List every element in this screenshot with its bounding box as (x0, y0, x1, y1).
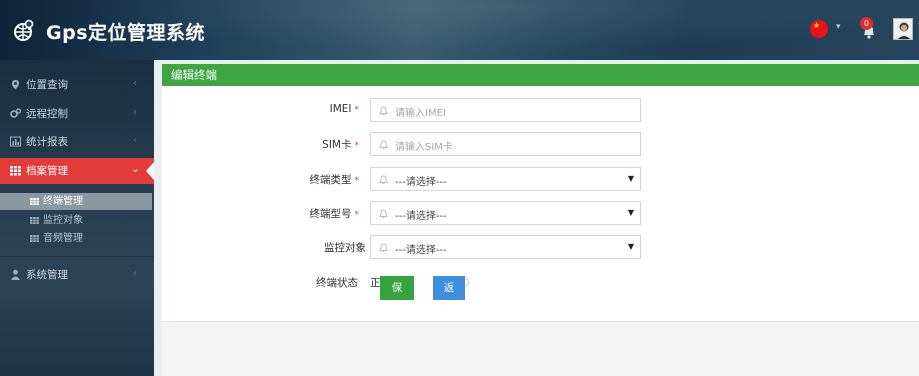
avatar-icon (894, 19, 912, 39)
sidebar-subitem-terminal-management[interactable]: 终端管理 (0, 193, 152, 210)
select-value: ---请选择--- (395, 211, 447, 222)
field-label: 终端型号 * (309, 208, 360, 220)
bell-icon (378, 243, 389, 252)
bell-icon (378, 209, 389, 218)
monitor-object-select[interactable]: ---请选择--- ▼ (370, 235, 641, 259)
required-marker: * (354, 141, 360, 151)
save-button[interactable]: 保存 (380, 276, 414, 318)
form-row-terminal-type: 终端类型 * ---请选择--- ▼ (162, 167, 919, 191)
sidebar-subitem-label: 监控对象 (43, 215, 83, 226)
sidebar-subitem-monitor-objects[interactable]: 监控对象 (0, 212, 152, 229)
imei-placeholder: 请输入IMEI (395, 108, 446, 119)
grid-icon (30, 198, 39, 205)
bell-icon (378, 175, 389, 184)
chevron-left-icon: ‹ (133, 78, 137, 89)
chevron-down-icon[interactable]: ▾ (836, 22, 841, 32)
notification-badge: 0 (860, 17, 873, 30)
bell-icon (378, 106, 389, 115)
sidebar-item-archives[interactable]: 档案管理 ⌄ (0, 158, 154, 184)
gears-icon (10, 108, 21, 118)
required-marker: * (354, 105, 360, 115)
sidebar-item-remote-control[interactable]: 远程控制 ‹ (0, 101, 154, 127)
sidebar-item-location[interactable]: 位置查询 ‹ (0, 72, 154, 98)
grid-icon (10, 166, 21, 176)
select-value: ---请选择--- (395, 177, 447, 188)
user-icon (11, 269, 20, 280)
sim-placeholder: 请输入SIM卡 (395, 142, 453, 153)
divider (0, 256, 154, 257)
required-marker: * (354, 176, 360, 186)
sidebar-item-label: 远程控制 (26, 108, 68, 120)
app-title: Gps定位管理系统 (46, 22, 206, 44)
chevron-left-icon: ‹ (133, 268, 137, 279)
field-label: 监控对象 (324, 242, 366, 254)
field-label: IMEI * (329, 103, 360, 115)
map-pin-icon (12, 80, 19, 90)
form-row-monitor-object: 监控对象 ---请选择--- ▼ (162, 235, 919, 259)
form-row-terminal-model: 终端型号 * ---请选择--- ▼ (162, 201, 919, 225)
imei-input[interactable]: 请输入IMEI (370, 98, 641, 122)
form-row-sim: SIM卡 * 请输入SIM卡 (162, 132, 919, 156)
caret-down-icon: ▼ (627, 242, 634, 251)
back-button[interactable]: 返回 (433, 276, 465, 318)
chevron-down-icon: ⌄ (131, 164, 140, 175)
top-header: Gps定位管理系统 ★ ▾ 0 (0, 0, 919, 60)
sidebar-item-label: 档案管理 (26, 165, 68, 177)
caret-down-icon: ▼ (627, 174, 634, 183)
globe-pin-icon (14, 19, 34, 41)
grid-icon (30, 235, 39, 242)
active-indicator (146, 162, 154, 180)
chevron-left-icon: ‹ (133, 107, 137, 118)
field-label: 终端类型 * (309, 174, 360, 186)
sidebar-item-reports[interactable]: 统计报表 ‹ (0, 129, 154, 155)
terminal-model-select[interactable]: ---请选择--- ▼ (370, 201, 641, 225)
sim-input[interactable]: 请输入SIM卡 (370, 132, 641, 156)
sidebar-subitem-label: 终端管理 (43, 196, 83, 207)
caret-down-icon: ▼ (627, 208, 634, 217)
chevron-left-icon: ‹ (133, 135, 137, 146)
sidebar-item-system[interactable]: 系统管理 ‹ (0, 262, 154, 288)
form-row-imei: IMEI * 请输入IMEI (162, 98, 919, 122)
sidebar-subitem-audio-management[interactable]: 音频管理 (0, 230, 152, 247)
edit-terminal-panel: 编辑终端 IMEI * 请输入IMEI SIM卡 * 请输入SIM卡 终端类型 * -… (162, 64, 919, 376)
sidebar: 位置查询 ‹ 远程控制 ‹ 统计报表 ‹ 档案管理 ⌄ 终端管理 监控对象 音频… (0, 60, 154, 376)
select-value: ---请选择--- (395, 245, 447, 256)
field-label: 终端状态 (316, 277, 358, 289)
panel-title: 编辑终端 (171, 68, 217, 82)
avatar[interactable] (893, 18, 913, 40)
sidebar-item-label: 系统管理 (26, 269, 68, 281)
panel-footer (162, 321, 919, 376)
sidebar-item-label: 统计报表 (26, 136, 68, 148)
field-label: SIM卡 * (322, 139, 360, 151)
terminal-type-select[interactable]: ---请选择--- ▼ (370, 167, 641, 191)
bell-icon (378, 140, 389, 149)
chart-icon (10, 136, 21, 147)
sidebar-item-label: 位置查询 (26, 79, 68, 91)
grid-icon (30, 217, 39, 224)
form-row-status: 终端状态 正常 作废 (162, 270, 919, 294)
china-flag-icon[interactable]: ★ (810, 20, 828, 38)
required-marker: * (354, 210, 360, 220)
panel-header: 编辑终端 (162, 64, 919, 86)
sidebar-subitem-label: 音频管理 (43, 233, 83, 244)
